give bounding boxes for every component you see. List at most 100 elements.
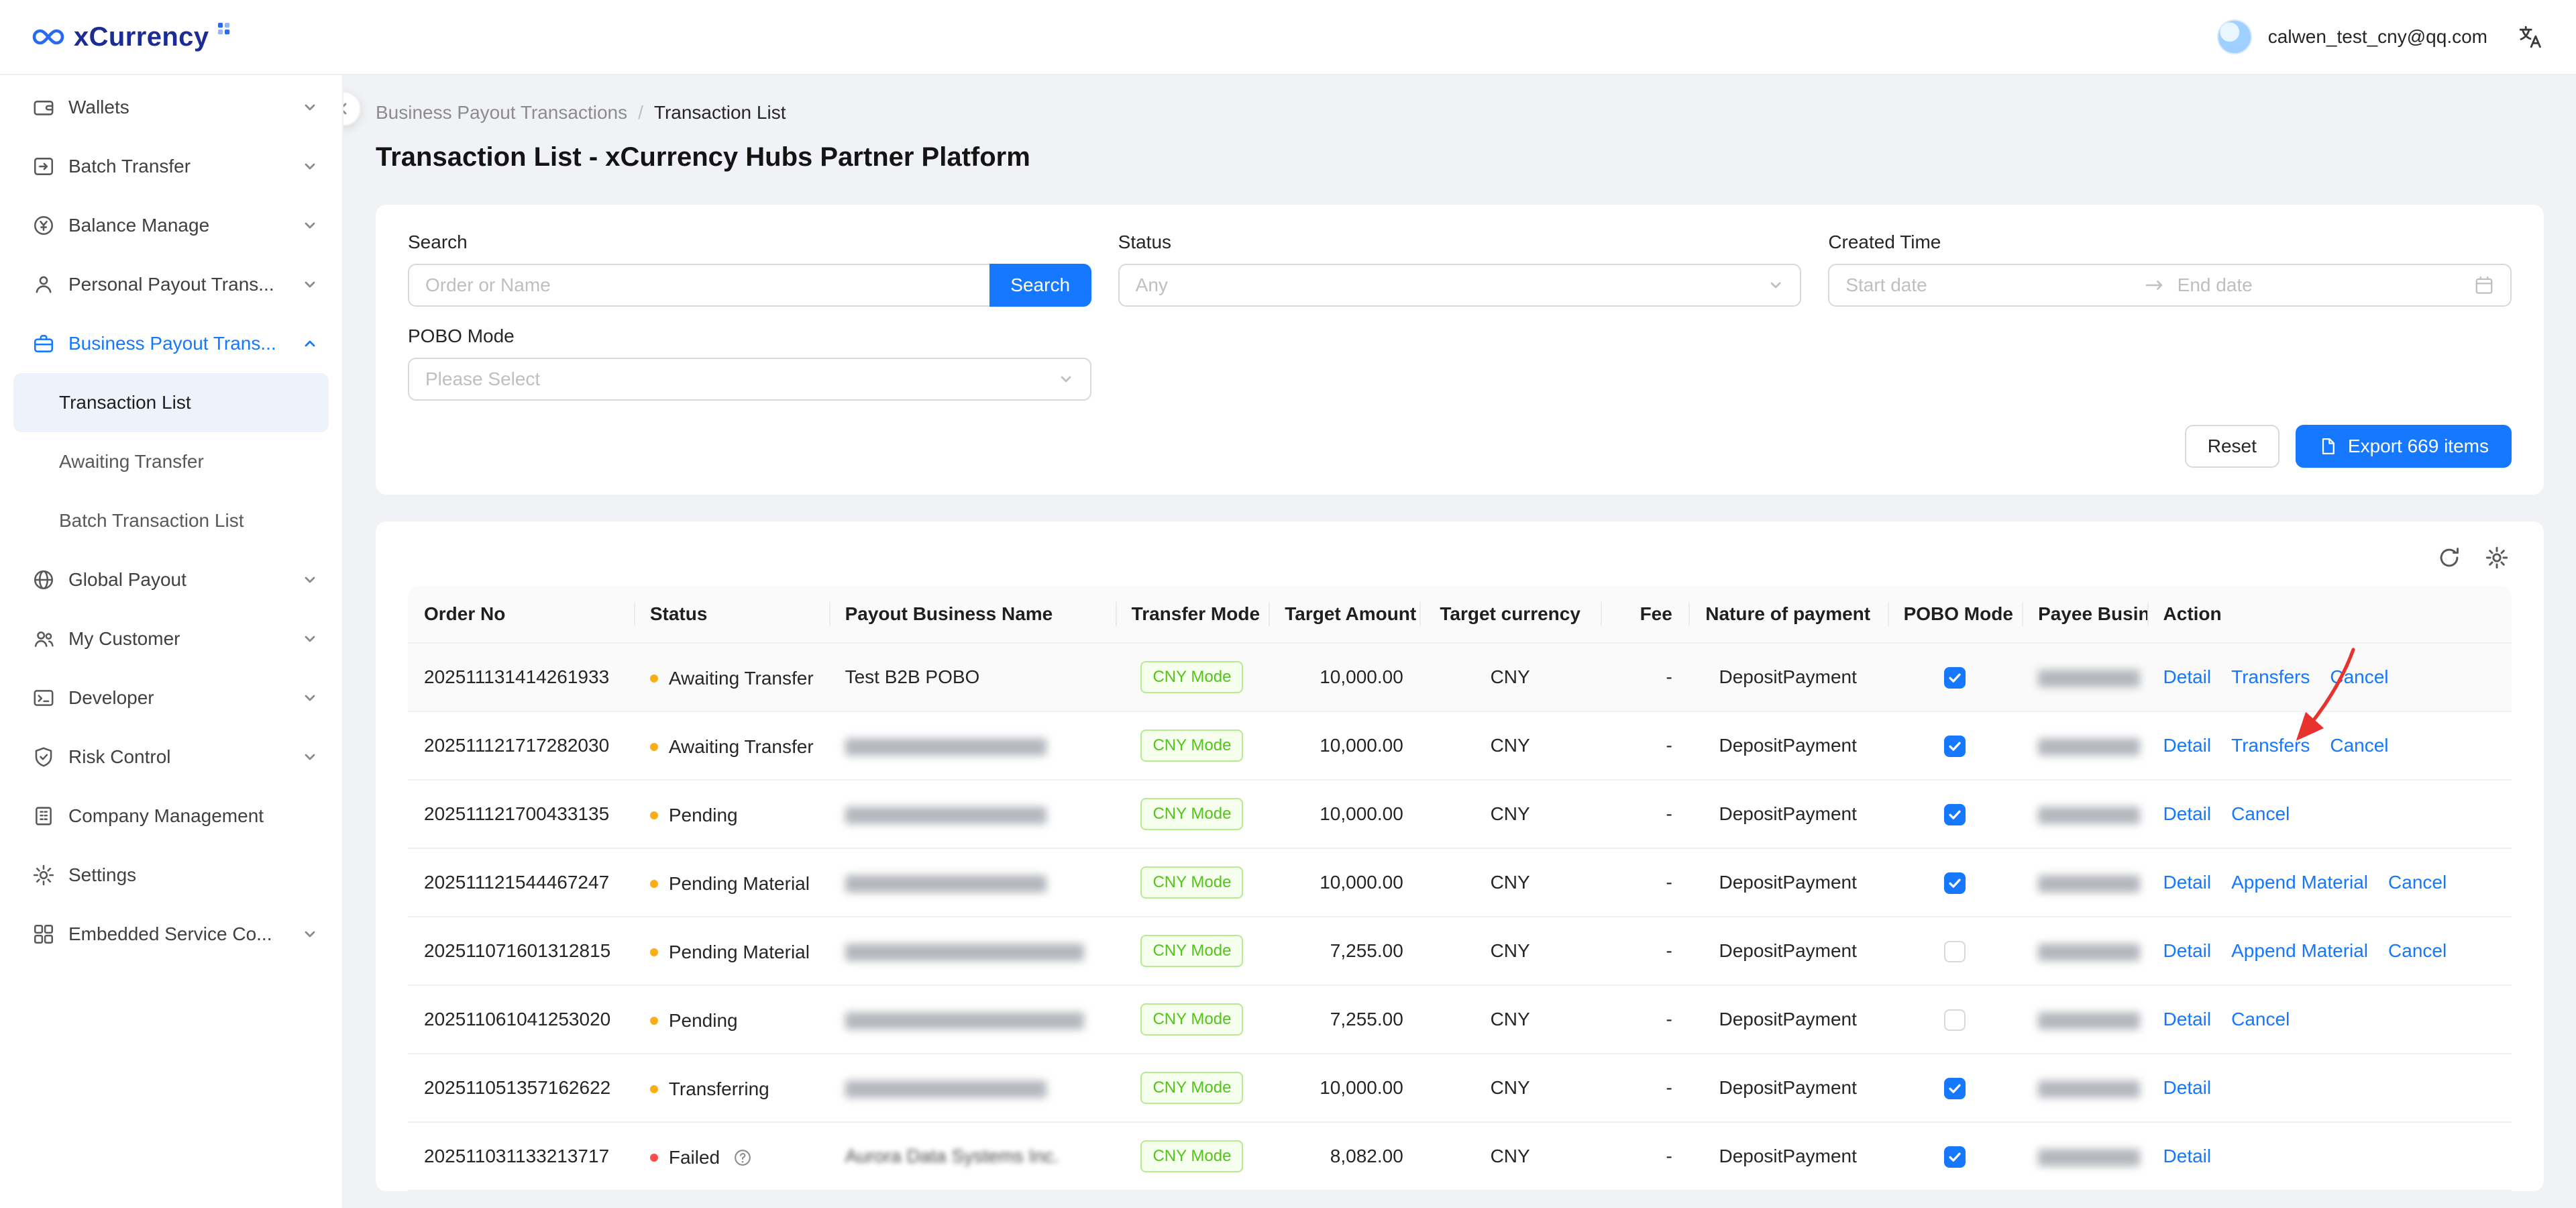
pobo-mode-select[interactable]: Please Select	[408, 358, 1091, 401]
export-button[interactable]: Export 669 items	[2295, 425, 2512, 468]
chevron-down-icon	[302, 926, 318, 942]
sidebar-item-settings[interactable]: Settings	[0, 846, 342, 905]
cell-fee: -	[1601, 1122, 1688, 1191]
action-detail[interactable]: Detail	[2163, 872, 2212, 893]
cell-transfer-mode: CNY Mode	[1115, 848, 1269, 917]
redacted-text	[2038, 669, 2141, 687]
action-cancel[interactable]: Cancel	[2388, 940, 2447, 961]
table-row: 202511121717282030 Awaiting Transfer CNY M…	[408, 711, 2512, 781]
sidebar-item-my-customer[interactable]: My Customer	[0, 609, 342, 668]
chevron-down-icon	[1768, 277, 1784, 293]
status-dot	[649, 1085, 658, 1093]
cell-payee-business	[2022, 1122, 2147, 1191]
pobo-mode-select-value: Please Select	[425, 368, 541, 389]
sidebar-item-wallets[interactable]: Wallets	[0, 78, 342, 137]
cell-target-amount: 10,000.00	[1269, 711, 1419, 781]
action-append-material[interactable]: Append Material	[2231, 940, 2368, 961]
sidebar-subitem-batch-transaction-list[interactable]: Batch Transaction List	[13, 491, 329, 550]
column-settings-icon[interactable]	[2485, 546, 2509, 570]
pobo-checkbox[interactable]	[1943, 735, 1966, 757]
pobo-checkbox[interactable]	[1943, 1077, 1966, 1099]
action-cancel[interactable]: Cancel	[2388, 872, 2447, 893]
top-header: xCurrency calwen_test_cny@qq.com	[0, 0, 2576, 75]
action-transfers[interactable]: Transfers	[2231, 666, 2310, 687]
order-no-text: 202511121717282030	[424, 735, 610, 756]
page-title: Transaction List - xCurrency Hubs Partne…	[376, 142, 1030, 172]
transfer-mode-tag: CNY Mode	[1140, 1072, 1244, 1104]
sidebar-item-developer[interactable]: Developer	[0, 668, 342, 727]
status-select[interactable]: Any	[1118, 264, 1802, 307]
business-payout-icon	[32, 332, 55, 355]
table-row: 202511061041253020 Pending CNY Mode 7,255.0…	[408, 985, 2512, 1054]
batch-transfer-icon	[32, 155, 55, 178]
chevron-left-icon	[343, 103, 347, 115]
cell-nature-of-payment: DepositPayment	[1688, 985, 1888, 1054]
transfer-mode-tag: CNY Mode	[1140, 935, 1244, 967]
cell-payout-business-name	[828, 711, 1116, 781]
status-dot	[649, 811, 658, 819]
sidebar-item-embedded-service-co[interactable]: Embedded Service Co...	[0, 905, 342, 964]
status-text: Pending	[668, 804, 738, 825]
cell-payee-business	[2022, 711, 2147, 781]
cell-pobo-mode	[1887, 848, 2023, 917]
date-range-picker[interactable]: Start date End date	[1828, 264, 2512, 307]
sidebar-subitem-awaiting-transfer[interactable]: Awaiting Transfer	[13, 432, 329, 491]
action-cancel[interactable]: Cancel	[2330, 666, 2388, 687]
redacted-text	[845, 943, 1084, 961]
cell-payout-business-name	[828, 1054, 1116, 1123]
action-transfers[interactable]: Transfers	[2231, 735, 2310, 756]
export-button-label: Export 669 items	[2347, 436, 2489, 456]
pobo-checkbox[interactable]	[1943, 940, 1966, 962]
pobo-checkbox[interactable]	[1943, 1009, 1966, 1031]
pobo-checkbox[interactable]	[1943, 872, 1966, 894]
action-cancel[interactable]: Cancel	[2231, 1009, 2290, 1029]
cell-actions: Detail Append Material Cancel	[2147, 917, 2512, 986]
breadcrumb-separator: /	[638, 102, 643, 123]
sidebar-item-label: Developer	[68, 687, 154, 708]
pobo-checkbox[interactable]	[1943, 666, 1966, 689]
sidebar-item-label: My Customer	[68, 628, 180, 649]
cell-transfer-mode: CNY Mode	[1115, 917, 1269, 986]
reset-button[interactable]: Reset	[2184, 425, 2279, 468]
sidebar-item-balance-manage[interactable]: Balance Manage	[0, 196, 342, 255]
developer-icon	[32, 687, 55, 709]
redacted-text	[845, 1011, 1084, 1029]
status-text: Awaiting Transfer	[668, 667, 814, 689]
sidebar-collapse-button[interactable]	[343, 91, 361, 126]
personal-payout-icon	[32, 273, 55, 296]
action-cancel[interactable]: Cancel	[2231, 803, 2290, 824]
action-cancel[interactable]: Cancel	[2330, 735, 2388, 756]
fee-text: -	[1666, 735, 1672, 756]
sidebar-item-business-payout-trans[interactable]: Business Payout Trans...	[0, 314, 342, 373]
action-detail[interactable]: Detail	[2163, 735, 2212, 756]
action-detail[interactable]: Detail	[2163, 1077, 2212, 1098]
sidebar-item-batch-transfer[interactable]: Batch Transfer	[0, 137, 342, 196]
breadcrumb-item-business-payout-transactions[interactable]: Business Payout Transactions	[376, 102, 627, 123]
cell-actions: Detail Transfers Cancel	[2147, 643, 2512, 712]
cell-payee-business	[2022, 1054, 2147, 1123]
action-detail[interactable]: Detail	[2163, 940, 2212, 961]
sidebar-item-global-payout[interactable]: Global Payout	[0, 550, 342, 609]
sidebar-item-risk-control[interactable]: Risk Control	[0, 727, 342, 787]
cell-fee: -	[1601, 917, 1688, 986]
action-detail[interactable]: Detail	[2163, 666, 2212, 687]
cell-transfer-mode: CNY Mode	[1115, 711, 1269, 781]
pobo-checkbox[interactable]	[1943, 803, 1966, 825]
sidebar-item-company-management[interactable]: Company Management	[0, 787, 342, 846]
search-button[interactable]: Search	[989, 264, 1091, 307]
action-append-material[interactable]: Append Material	[2231, 872, 2368, 893]
sidebar-subitem-transaction-list[interactable]: Transaction List	[13, 373, 329, 432]
sidebar-item-personal-payout-trans[interactable]: Personal Payout Trans...	[0, 255, 342, 314]
cell-target-currency: CNY	[1419, 917, 1601, 986]
cell-transfer-mode: CNY Mode	[1115, 1054, 1269, 1123]
sidebar: Wallets Batch Transfer Balance Manage Perso…	[0, 75, 343, 1208]
refresh-icon[interactable]	[2438, 546, 2461, 569]
action-detail[interactable]: Detail	[2163, 803, 2212, 824]
cell-actions: Detail Cancel	[2147, 780, 2512, 849]
action-detail[interactable]: Detail	[2163, 1146, 2212, 1166]
translate-icon[interactable]	[2517, 23, 2544, 50]
pobo-checkbox[interactable]	[1943, 1146, 1966, 1168]
search-input[interactable]	[408, 264, 989, 307]
action-detail[interactable]: Detail	[2163, 1009, 2212, 1029]
main-content: Business Payout Transactions / Transacti…	[343, 75, 2576, 1208]
